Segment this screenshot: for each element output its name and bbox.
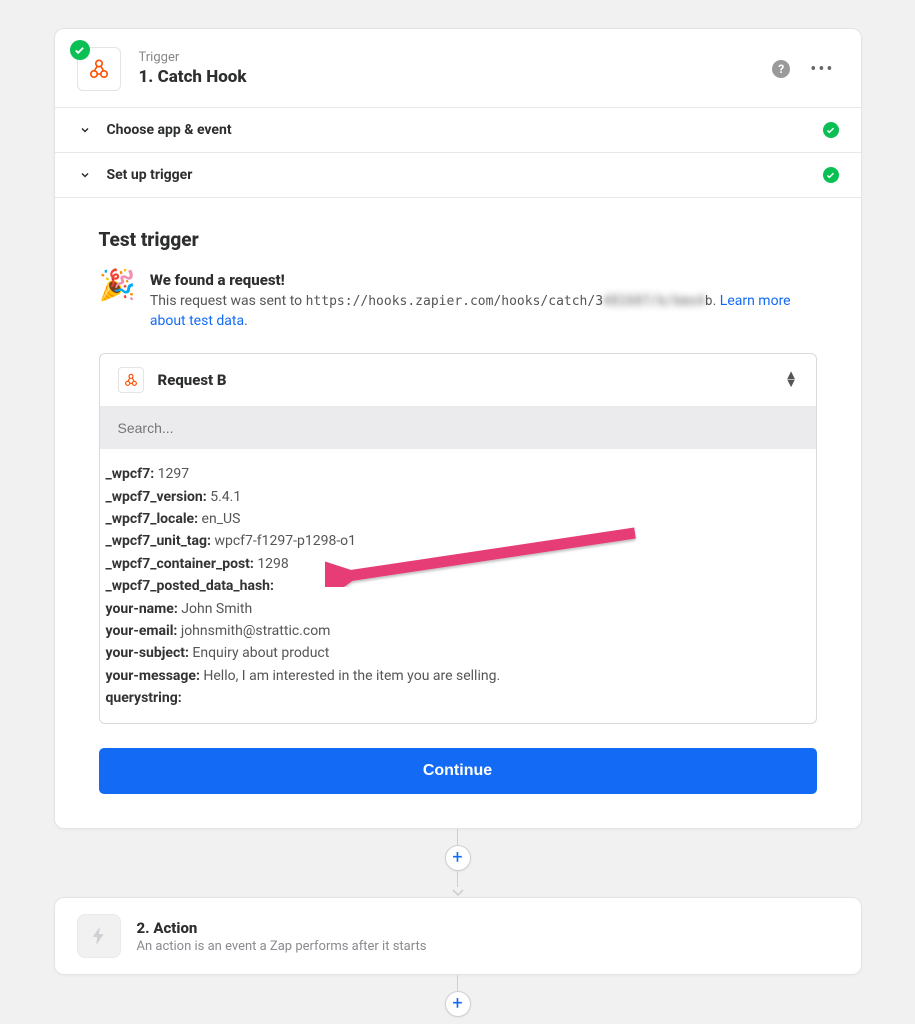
trigger-header: Trigger 1. Catch Hook ? ••• <box>55 29 861 107</box>
field-row: _wpcf7_version: 5.4.1 <box>106 486 806 508</box>
trigger-card: Trigger 1. Catch Hook ? ••• Choose app &… <box>54 28 862 829</box>
add-step-button[interactable]: + <box>445 845 471 871</box>
request-fields: _wpcf7: 1297_wpcf7_version: 5.4.1_wpcf7_… <box>100 449 816 723</box>
field-value: Enquiry about product <box>189 645 329 661</box>
section-set-up-trigger[interactable]: Set up trigger <box>55 152 861 197</box>
field-key: _wpcf7_container_post: <box>106 556 254 572</box>
continue-button[interactable]: Continue <box>99 748 817 794</box>
party-popper-icon: 🎉 <box>99 271 136 331</box>
webhook-icon-small <box>118 367 144 393</box>
field-value: John Smith <box>178 601 252 617</box>
request-name: Request B <box>158 371 771 389</box>
section-complete-icon <box>823 167 839 183</box>
field-row: _wpcf7_container_post: 1298 <box>106 553 806 575</box>
field-row: _wpcf7_locale: en_US <box>106 508 806 530</box>
found-suffix2: . <box>244 313 248 329</box>
field-key: _wpcf7_unit_tag: <box>106 533 211 549</box>
hook-url-visible: https://hooks.zapier.com/hooks/catch/3 <box>306 294 603 309</box>
field-row: your-name: John Smith <box>106 598 806 620</box>
field-key: querystring: <box>106 690 182 706</box>
field-key: your-subject: <box>106 645 189 661</box>
sort-updown-icon: ▲▼ <box>785 372 798 388</box>
field-key: your-message: <box>106 668 200 684</box>
hook-url-redacted: 481607/b/bmo4 <box>603 294 705 309</box>
field-key: _wpcf7_version: <box>106 489 207 505</box>
request-sample-box: Request B ▲▼ _wpcf7: 1297_wpcf7_version:… <box>99 353 817 724</box>
connector-line <box>457 975 458 991</box>
section-label: Set up trigger <box>107 167 823 183</box>
field-value: 5.4.1 <box>207 489 241 505</box>
field-row: querystring: <box>106 687 806 709</box>
section-complete-icon <box>823 122 839 138</box>
help-icon[interactable]: ? <box>772 60 790 78</box>
field-value: en_US <box>198 511 240 527</box>
field-key: your-email: <box>106 623 178 639</box>
field-row: your-email: johnsmith@strattic.com <box>106 620 806 642</box>
field-value: wpcf7-f1297-p1298-o1 <box>211 533 356 549</box>
field-row: _wpcf7_posted_data_hash: <box>106 575 806 597</box>
bolt-icon <box>88 925 110 947</box>
connector: + <box>0 829 915 897</box>
field-key: _wpcf7_posted_data_hash: <box>106 578 274 594</box>
field-value: Hello, I am interested in the item you a… <box>200 668 500 684</box>
arrow-down-icon <box>452 887 464 897</box>
field-value: 1298 <box>254 556 289 572</box>
chevron-down-icon <box>77 122 93 138</box>
more-menu-icon[interactable]: ••• <box>806 59 838 80</box>
action-placeholder-icon <box>77 914 121 958</box>
webhook-icon <box>87 57 111 81</box>
field-key: your-name: <box>106 601 178 617</box>
hook-url-visible: b <box>705 294 713 309</box>
request-selector[interactable]: Request B ▲▼ <box>100 354 816 406</box>
action-title: 2. Action <box>137 919 427 937</box>
search-bar[interactable] <box>100 406 816 449</box>
add-step-button[interactable]: + <box>445 991 471 1017</box>
action-subtitle: An action is an event a Zap performs aft… <box>137 939 427 954</box>
trigger-title: 1. Catch Hook <box>139 66 773 88</box>
field-value: johnsmith@strattic.com <box>177 623 330 639</box>
app-icon <box>77 47 121 91</box>
check-icon <box>74 45 85 56</box>
field-row: _wpcf7: 1297 <box>106 463 806 485</box>
field-key: _wpcf7: <box>106 466 155 482</box>
found-suffix1: . <box>713 293 720 309</box>
field-row: _wpcf7_unit_tag: wpcf7-f1297-p1298-o1 <box>106 530 806 552</box>
found-prefix: This request was sent to <box>150 293 306 309</box>
check-badge <box>70 40 90 60</box>
connector: + <box>0 975 915 1017</box>
test-trigger-panel: Test trigger 🎉 We found a request! This … <box>55 197 861 828</box>
action-card[interactable]: 2. Action An action is an event a Zap pe… <box>54 897 862 975</box>
search-input[interactable] <box>118 420 798 436</box>
connector-line <box>457 829 458 845</box>
section-choose-app-event[interactable]: Choose app & event <box>55 107 861 152</box>
section-label: Choose app & event <box>107 122 823 138</box>
found-title: We found a request! <box>150 271 817 289</box>
request-found-banner: 🎉 We found a request! This request was s… <box>99 271 817 331</box>
chevron-down-icon <box>77 167 93 183</box>
trigger-subtitle: Trigger <box>139 50 773 66</box>
field-row: your-message: Hello, I am interested in … <box>106 665 806 687</box>
test-trigger-title: Test trigger <box>99 228 817 251</box>
field-value: 1297 <box>154 466 189 482</box>
field-key: _wpcf7_locale: <box>106 511 199 527</box>
found-description: This request was sent to https://hooks.z… <box>150 292 817 331</box>
field-row: your-subject: Enquiry about product <box>106 642 806 664</box>
connector-line <box>457 871 458 887</box>
